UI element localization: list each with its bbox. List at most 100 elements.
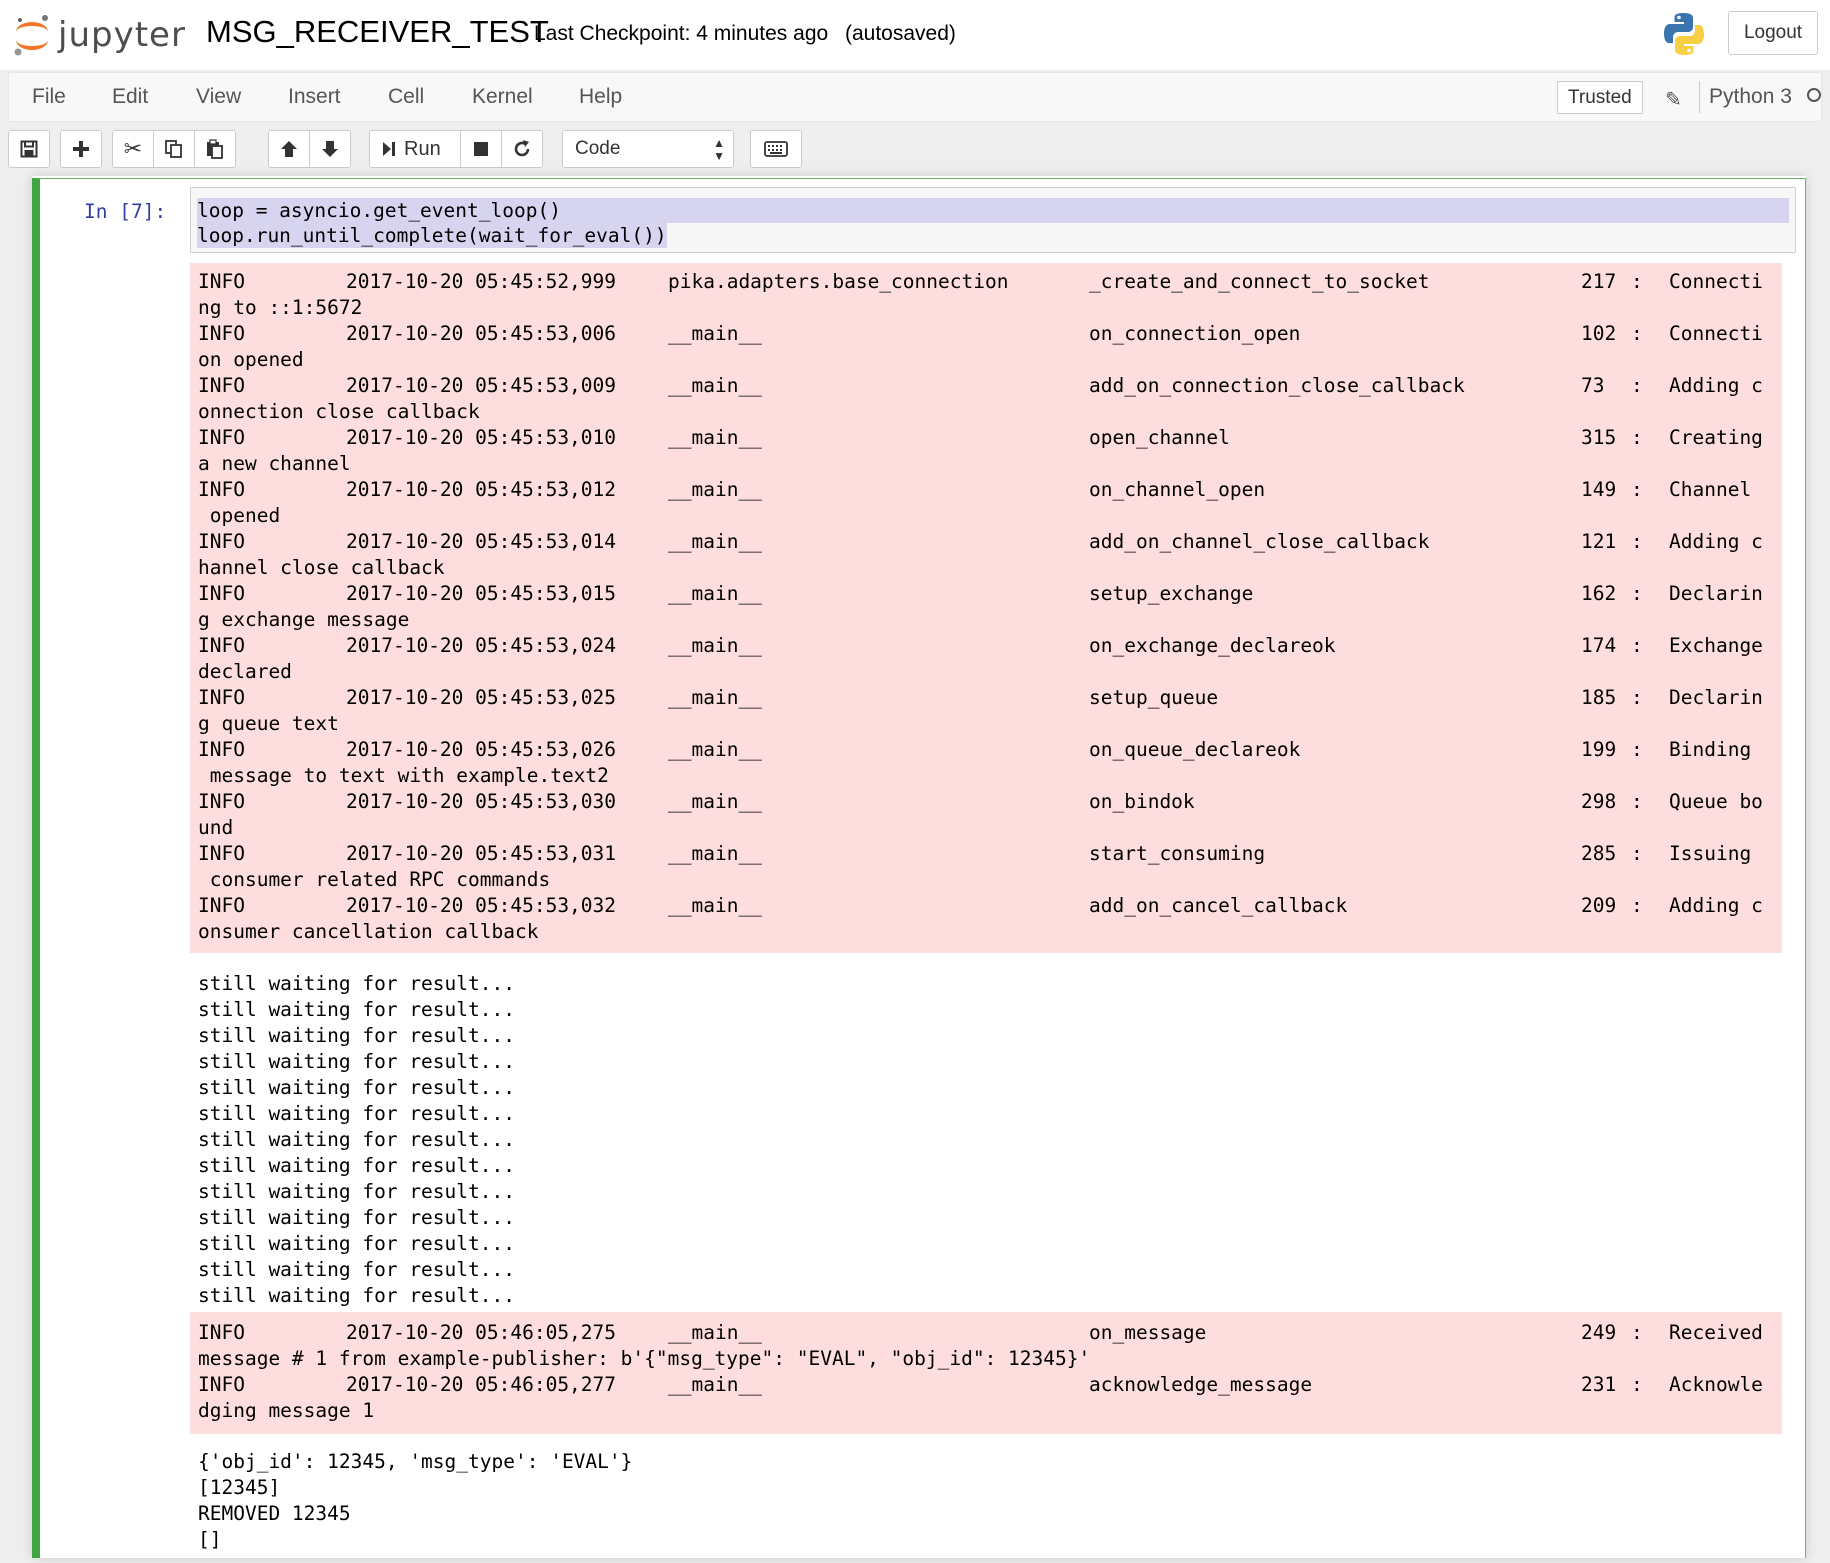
menu-file[interactable]: File (32, 85, 66, 109)
cut-button[interactable]: ✂ (112, 130, 154, 168)
log-level: INFO (198, 790, 245, 813)
paste-button[interactable] (194, 130, 236, 168)
log-timestamp: 2017-10-20 05:46:05,275 (346, 1321, 617, 1344)
arrow-up-icon (281, 141, 297, 157)
log-message-start: Connecti (1669, 270, 1763, 293)
log-level: INFO (198, 1321, 245, 1344)
log-separator: : (1631, 842, 1643, 865)
log-module: __main__ (668, 738, 762, 761)
log-message-wrap: consumer related RPC commands (198, 868, 551, 891)
move-up-button[interactable] (268, 130, 310, 168)
log-message-wrap: hannel close callback (198, 556, 445, 579)
save-icon (20, 140, 38, 158)
log-level: INFO (198, 270, 245, 293)
command-palette-button[interactable] (750, 130, 802, 168)
log-module: __main__ (668, 322, 762, 345)
notebook-area: In [7]: loop = asyncio.get_event_loop() … (0, 176, 1830, 1558)
jupyter-logo-icon (14, 15, 48, 56)
log-message-start: Declarin (1669, 686, 1763, 709)
stderr-output: INFO 2017-10-20 05:45:52,999 pika.adapters… (190, 263, 1782, 953)
code-cell[interactable]: In [7]: loop = asyncio.get_event_loop() … (32, 178, 1806, 1558)
log-level: INFO (198, 478, 245, 501)
stdout-output: {'obj_id': 12345, 'msg_type': 'EVAL'} [12… (190, 1443, 1782, 1563)
log-function: _create_and_connect_to_socket (1089, 270, 1430, 293)
log-message-start: Received (1669, 1321, 1763, 1344)
log-separator: : (1631, 1321, 1643, 1344)
log-level: INFO (198, 582, 245, 605)
menu-edit[interactable]: Edit (112, 85, 148, 109)
menu-cell[interactable]: Cell (388, 85, 424, 109)
log-entry: INFO 2017-10-20 05:45:53,010 __main__ open_… (198, 425, 1782, 477)
log-line-number: 199 (1581, 738, 1617, 761)
log-message-wrap: ng to ::1:5672 (198, 296, 363, 319)
output-line: still waiting for result... (198, 1154, 515, 1177)
move-down-button[interactable] (309, 130, 351, 168)
log-line-number: 102 (1581, 322, 1617, 345)
log-entry: INFO 2017-10-20 05:45:53,012 __main__ on_ch… (198, 477, 1782, 529)
logout-button[interactable]: Logout (1728, 11, 1818, 55)
code-editor[interactable]: loop = asyncio.get_event_loop() loop.run… (190, 187, 1796, 253)
plus-icon (73, 141, 89, 157)
log-entry: INFO 2017-10-20 05:45:53,026 __main__ on_qu… (198, 737, 1782, 789)
stop-icon (474, 142, 488, 156)
jupyter-logo[interactable]: jupyter (12, 10, 186, 60)
log-message-wrap: on opened (198, 348, 304, 371)
log-module: __main__ (668, 894, 762, 917)
log-level: INFO (198, 1373, 245, 1396)
log-timestamp: 2017-10-20 05:45:53,024 (346, 634, 617, 657)
log-message-wrap: und (198, 816, 234, 839)
menu-insert[interactable]: Insert (288, 85, 341, 109)
menu-view[interactable]: View (196, 85, 241, 109)
autosave-status: (autosaved) (845, 22, 956, 45)
log-entry: INFO 2017-10-20 05:45:53,015 __main__ setup… (198, 581, 1782, 633)
trusted-button[interactable]: Trusted (1557, 81, 1643, 114)
code-line[interactable]: loop = asyncio.get_event_loop() (197, 198, 1789, 223)
log-function: on_connection_open (1089, 322, 1301, 345)
log-line-number: 231 (1581, 1373, 1617, 1396)
log-function: on_exchange_declareok (1089, 634, 1336, 657)
log-module: __main__ (668, 634, 762, 657)
log-entry: INFO 2017-10-20 05:46:05,277 __main__ ackno… (198, 1372, 1782, 1424)
log-timestamp: 2017-10-20 05:45:53,032 (346, 894, 617, 917)
log-entry: INFO 2017-10-20 05:45:53,006 __main__ on_co… (198, 321, 1782, 373)
menu-help[interactable]: Help (579, 85, 622, 109)
pencil-icon[interactable]: ✎ (1665, 87, 1682, 112)
output-line: still waiting for result... (198, 1258, 515, 1281)
log-message-wrap: dging message 1 (198, 1399, 375, 1422)
insert-cell-button[interactable] (60, 130, 102, 168)
code-line[interactable]: loop.run_until_complete(wait_for_eval()) (197, 223, 667, 248)
log-module: __main__ (668, 426, 762, 449)
notebook-name[interactable]: MSG_RECEIVER_TEST (206, 14, 549, 50)
log-message-start: Adding c (1669, 374, 1763, 397)
log-message-wrap: a new channel (198, 452, 351, 475)
log-timestamp: 2017-10-20 05:45:53,025 (346, 686, 617, 709)
copy-button[interactable] (153, 130, 195, 168)
log-entry: INFO 2017-10-20 05:45:52,999 pika.adapters… (198, 269, 1782, 321)
run-button[interactable]: Run (369, 130, 461, 168)
log-line-number: 285 (1581, 842, 1617, 865)
log-line-number: 315 (1581, 426, 1617, 449)
log-line-number: 209 (1581, 894, 1617, 917)
log-message-start: Issuing (1669, 842, 1752, 865)
log-level: INFO (198, 634, 245, 657)
output-line: still waiting for result... (198, 1050, 515, 1073)
log-level: INFO (198, 426, 245, 449)
output-line: still waiting for result... (198, 1024, 515, 1047)
log-module: __main__ (668, 842, 762, 865)
kernel-name: Python 3 (1709, 85, 1792, 108)
log-message-start: Declarin (1669, 582, 1763, 605)
menu-kernel[interactable]: Kernel (472, 85, 533, 109)
log-message-start: Binding (1669, 738, 1752, 761)
save-button[interactable] (8, 130, 50, 168)
interrupt-button[interactable] (460, 130, 502, 168)
log-separator: : (1631, 686, 1643, 709)
cell-type-select[interactable]: Code ▲ ▼ (562, 130, 734, 168)
output-line: still waiting for result... (198, 1206, 515, 1229)
run-label: Run (404, 137, 441, 160)
log-entry: INFO 2017-10-20 05:45:53,025 __main__ setup… (198, 685, 1782, 737)
log-separator: : (1631, 582, 1643, 605)
output-line: still waiting for result... (198, 1232, 515, 1255)
log-message-wrap: g queue text (198, 712, 339, 735)
restart-button[interactable] (501, 130, 543, 168)
log-entry: INFO 2017-10-20 05:45:53,032 __main__ add_o… (198, 893, 1782, 945)
